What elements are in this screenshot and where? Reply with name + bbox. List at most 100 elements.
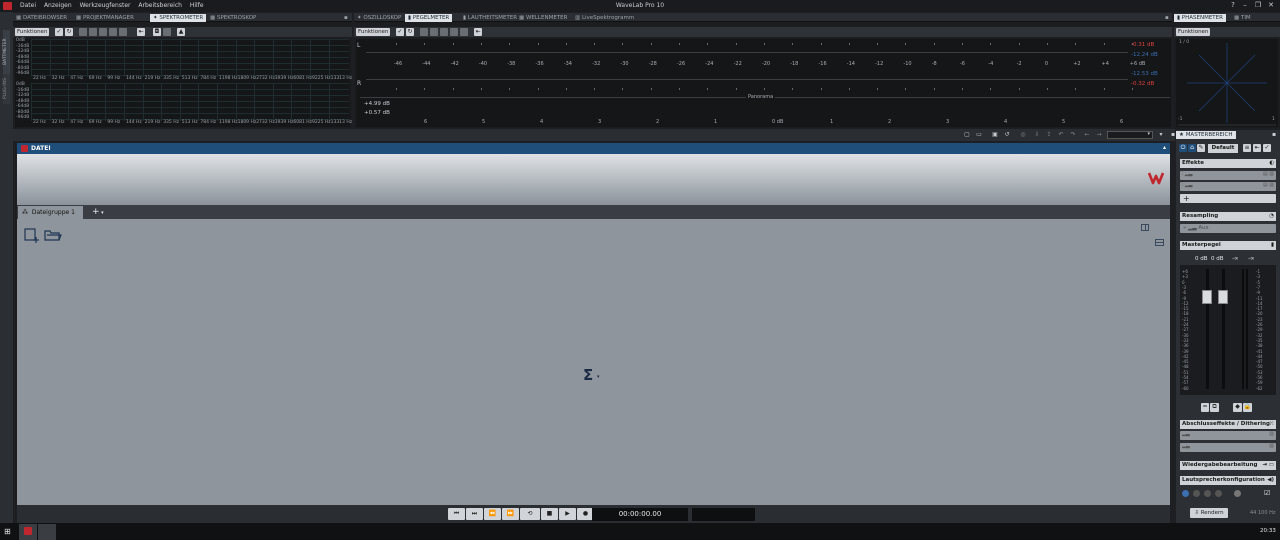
speaker-1-icon[interactable]	[1182, 490, 1189, 497]
preset-4-icon[interactable]	[109, 28, 117, 36]
export-icon[interactable]: ⇪	[1045, 131, 1053, 139]
undo-icon[interactable]: ↶	[1057, 131, 1065, 139]
tab-masterbereich[interactable]: ★ MASTERBEREICH	[1176, 131, 1236, 139]
panel-menu-icon[interactable]: ▪	[1272, 131, 1276, 138]
tab-spektrometer[interactable]: ✦ SPEKTROMETER	[150, 14, 207, 22]
effect-slot-1[interactable]: ⫶ ▂▃ ▤ ▥	[1180, 171, 1276, 180]
sigma-dropdown-icon[interactable]: ▾	[597, 374, 600, 380]
speaker-config-header[interactable]: Lautsprecherkonfiguration ◀)	[1180, 476, 1276, 485]
tab-tim[interactable]: ▦ TIM	[1231, 14, 1254, 22]
check-icon[interactable]: ✓	[55, 28, 63, 36]
save-icon[interactable]: ▣	[991, 131, 999, 139]
lock-icon[interactable]: 🔒	[1243, 403, 1252, 412]
preset-5-icon[interactable]	[460, 28, 468, 36]
final-effect-slot-2[interactable]: ▂▃ ▥	[1180, 443, 1276, 452]
snapshot-icon[interactable]	[163, 28, 171, 36]
preset-4-icon[interactable]	[450, 28, 458, 36]
check-icon[interactable]: ✓	[1263, 144, 1271, 152]
panel-menu-icon[interactable]: ▪	[341, 14, 351, 22]
redo-icon[interactable]: ↷	[1069, 131, 1077, 139]
new-file-add-icon[interactable]	[24, 228, 40, 244]
functions-button[interactable]: Funktionen	[356, 28, 391, 36]
collapse-icon[interactable]: ▴	[1163, 144, 1166, 151]
history-dropdown[interactable]: ▾	[1107, 131, 1153, 139]
chevron-down-icon[interactable]: ▾	[1157, 131, 1165, 139]
tab-wellenmeter[interactable]: ▦ WELLENMETER	[516, 14, 570, 22]
list-view-icon[interactable]	[1155, 239, 1164, 246]
open-folder-icon[interactable]	[44, 229, 62, 242]
bypass-icon[interactable]: ⇤	[1253, 144, 1261, 152]
start-icon[interactable]: ⊞	[4, 527, 11, 536]
preset-1-icon[interactable]	[79, 28, 87, 36]
fader-handle-right[interactable]	[1218, 290, 1228, 304]
preset-5-icon[interactable]	[119, 28, 127, 36]
freeze-icon[interactable]: ⇤	[137, 28, 145, 36]
new-file-icon[interactable]: ▢	[963, 131, 971, 139]
tab-phasenmeter[interactable]: ▮ PHASENMETER	[1174, 14, 1226, 22]
restore-icon[interactable]: ❐	[1253, 1, 1263, 11]
camera-icon[interactable]: ◘	[153, 28, 161, 36]
db-icon[interactable]: ⧉	[1210, 403, 1219, 412]
final-effect-slot-1[interactable]: ▂▃ ▥	[1180, 431, 1276, 440]
undo-history-icon[interactable]: ↺	[1003, 131, 1011, 139]
tab-livespektrogramm[interactable]: ▥ LiveSpektrogramm	[572, 14, 637, 22]
freeze-icon[interactable]: ⇤	[474, 28, 482, 36]
functions-button[interactable]: Funktionen	[15, 28, 50, 36]
preset-3-icon[interactable]	[440, 28, 448, 36]
preset-3-icon[interactable]	[99, 28, 107, 36]
playback-processing-header[interactable]: Wiedergabebearbeitung ⇥ ▭	[1180, 461, 1276, 470]
fast-forward-button[interactable]: ⏩	[502, 508, 519, 520]
fader-handle-left[interactable]	[1202, 290, 1212, 304]
speaker-4-icon[interactable]	[1215, 490, 1222, 497]
split-view-icon[interactable]	[1141, 224, 1149, 231]
functions-button[interactable]: Funktionen	[1176, 28, 1211, 36]
tab-oszilloskop[interactable]: ✦ OSZILLOSKOP	[354, 14, 404, 22]
tab-dateibrowser[interactable]: ▦ DATEIBROWSER	[13, 14, 70, 22]
rail-item-battmeter[interactable]: BATTMETER	[3, 30, 10, 74]
resampling-slot[interactable]: » ▂▃ Aus	[1180, 224, 1276, 233]
sliders-icon[interactable]: ≡	[1243, 144, 1251, 152]
play-button[interactable]: ▶	[559, 508, 576, 520]
speaker-2-icon[interactable]	[1193, 490, 1200, 497]
add-effect-button[interactable]: +	[1180, 194, 1276, 203]
tab-lautheitsmeter[interactable]: ▮ LAUTHEITSMETER	[460, 14, 520, 22]
render-button[interactable]: ⇩ Rendern	[1190, 508, 1228, 518]
go-to-start-button[interactable]: ⏮	[448, 508, 465, 520]
tab-spektroskop[interactable]: ▦ SPEKTROSKOP	[207, 14, 259, 22]
secondary-display[interactable]	[692, 508, 755, 521]
check-icon[interactable]: ✓	[396, 28, 404, 36]
loop-button[interactable]: ⟲	[520, 508, 540, 520]
effect-slot-2[interactable]: ⫶ ▂▃ ▤ ▥	[1180, 182, 1276, 191]
preset-1-icon[interactable]	[420, 28, 428, 36]
go-to-end-button[interactable]: ⏭	[466, 508, 483, 520]
back-icon[interactable]: ←	[1083, 131, 1091, 139]
close-icon[interactable]: ✕	[1266, 1, 1276, 11]
rail-item-plugins[interactable]: PLUG-INS	[3, 74, 10, 104]
tab-projektmanager[interactable]: ▦ PROJEKTMANAGER	[73, 14, 137, 22]
open-folder-icon[interactable]: ▭	[975, 131, 983, 139]
panel-menu-icon[interactable]: ▪	[1162, 14, 1172, 22]
record-icon[interactable]: ◎	[1019, 131, 1027, 139]
rewind-button[interactable]: ⏪	[484, 508, 501, 520]
tab-pegelmeter[interactable]: ▮ PEGELMETER	[405, 14, 453, 22]
tab-dateigruppe-1[interactable]: ⁂ Dateigruppe 1	[18, 206, 83, 219]
monitor-icon[interactable]: ⌂	[1188, 144, 1196, 152]
minimize-icon[interactable]: –	[1240, 1, 1250, 11]
forward-icon[interactable]: →	[1095, 131, 1103, 139]
taskbar-wavelab-icon[interactable]	[19, 524, 37, 540]
image-icon[interactable]: ▲	[177, 28, 185, 36]
refresh-icon[interactable]: ↻	[65, 28, 73, 36]
taskbar-app-icon[interactable]	[38, 524, 56, 540]
render-icon[interactable]: ⇩	[1033, 131, 1041, 139]
preset-2-icon[interactable]	[430, 28, 438, 36]
mono-icon[interactable]: ◆	[1233, 403, 1242, 412]
time-display[interactable]: 00:00:00.00	[592, 508, 688, 521]
speaker-mono-icon[interactable]	[1234, 490, 1241, 497]
speaker-check-icon[interactable]: ☑	[1264, 489, 1270, 497]
speaker-3-icon[interactable]	[1204, 490, 1211, 497]
help-icon[interactable]: ?	[1228, 1, 1238, 11]
refresh-icon[interactable]: ↻	[406, 28, 414, 36]
add-group-button[interactable]: + ▾	[92, 206, 104, 219]
stop-button[interactable]: ■	[541, 508, 558, 520]
reset-icon[interactable]: =	[1201, 403, 1209, 412]
